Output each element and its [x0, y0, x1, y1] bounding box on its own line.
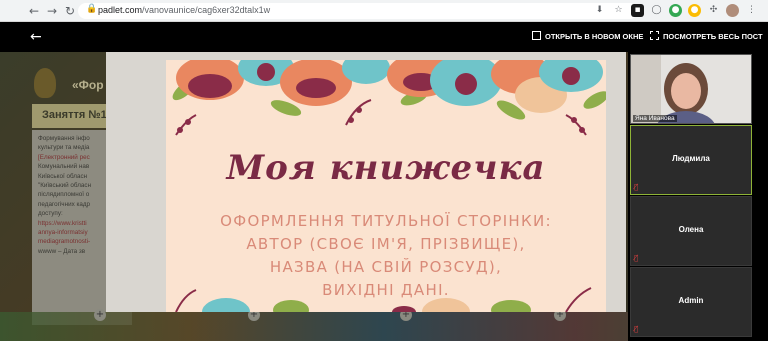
muted-mic-icon: 🎙̸ — [634, 183, 639, 191]
star-icon[interactable]: ☆ — [612, 4, 625, 17]
fullscreen-icon — [650, 31, 659, 40]
slide-text-line: ВИХІДНІ ДАНІ. — [322, 281, 450, 299]
muted-mic-icon: 🎙̸ — [634, 325, 639, 333]
view-all-label: ПОСМОТРЕТЬ ВЕСЬ ПОСТ — [663, 32, 763, 41]
install-icon[interactable]: ⬇ — [593, 4, 606, 17]
slide-image: Моя книжечка ОФОРМЛЕННЯ ТИТУЛЬНОЇ СТОРІН… — [166, 60, 606, 312]
participant-tile[interactable]: Олена 🎙̸ — [630, 196, 752, 266]
slide-text-line: ОФОРМЛЕННЯ ТИТУЛЬНОЇ СТОРІНКИ: — [220, 212, 552, 230]
participant-video-tile[interactable]: Яна Иванова — [630, 54, 752, 124]
extension-circle-icon[interactable]: ◯ — [650, 4, 663, 17]
extension-orange-icon[interactable]: ● — [688, 4, 701, 17]
participants-panel: Яна Иванова Людмила 🎙̸ Олена 🎙̸ Admin 🎙̸ — [628, 52, 768, 341]
reload-icon[interactable]: ↻ — [62, 3, 78, 19]
open-external-icon — [532, 31, 541, 40]
extension-green-icon[interactable]: ● — [669, 4, 682, 17]
padlet-title: «Фор — [72, 78, 104, 92]
slide-title: Моя книжечка — [226, 148, 546, 188]
profile-avatar[interactable] — [726, 4, 739, 17]
participant-name: Людмила — [672, 154, 710, 163]
extension-icons: ⬇ ☆ ▪ ◯ ● ● ✣ ⋮ — [593, 4, 758, 17]
participant-name: Яна Иванова — [633, 115, 677, 122]
extension-dark-icon[interactable]: ▪ — [631, 4, 644, 17]
participant-camera-image — [631, 55, 751, 123]
add-post-icon[interactable]: + — [94, 309, 106, 321]
puzzle-icon[interactable]: ✣ — [707, 4, 720, 17]
address-bar[interactable]: 🔒 padlet.com/vanovaunice/cag6xer32dtalx1… — [78, 3, 638, 19]
preview-toolbar: ← ОТКРЫТЬ В НОВОМ ОКНЕ ПОСМОТРЕТЬ ВЕСЬ П… — [0, 22, 768, 52]
participant-tile[interactable]: Людмила 🎙̸ — [630, 125, 752, 195]
lock-icon: 🔒 — [86, 4, 98, 14]
participant-name: Admin — [678, 296, 704, 305]
browser-toolbar: ← → ↻ 🔒 padlet.com/vanovaunice/cag6xer32… — [0, 0, 768, 22]
forward-arrow-icon[interactable]: → — [44, 3, 60, 19]
back-arrow-icon[interactable]: ← — [30, 29, 42, 45]
participant-tile[interactable]: Admin 🎙̸ — [630, 267, 752, 337]
view-full-post-button[interactable]: ПОСМОТРЕТЬ ВЕСЬ ПОСТ — [650, 31, 763, 41]
slide-text-line: АВТОР (СВОЄ ІМ'Я, ПРІЗВИЩЕ), — [246, 235, 526, 253]
muted-mic-icon: 🎙̸ — [634, 254, 639, 262]
participant-name: Олена — [678, 225, 704, 234]
url-text: padlet.com/vanovaunice/cag6xer32dtalx1w — [98, 5, 271, 15]
padlet-logo-icon — [34, 68, 56, 98]
slide-text-line: НАЗВА (НА СВІЙ РОЗСУД), — [269, 258, 503, 276]
column-title: Заняття №1 — [42, 109, 107, 121]
menu-icon[interactable]: ⋮ — [745, 4, 758, 17]
open-new-label: ОТКРЫТЬ В НОВОМ ОКНЕ — [545, 32, 644, 41]
open-in-new-window-button[interactable]: ОТКРЫТЬ В НОВОМ ОКНЕ — [532, 31, 643, 41]
back-arrow-icon[interactable]: ← — [26, 3, 42, 19]
